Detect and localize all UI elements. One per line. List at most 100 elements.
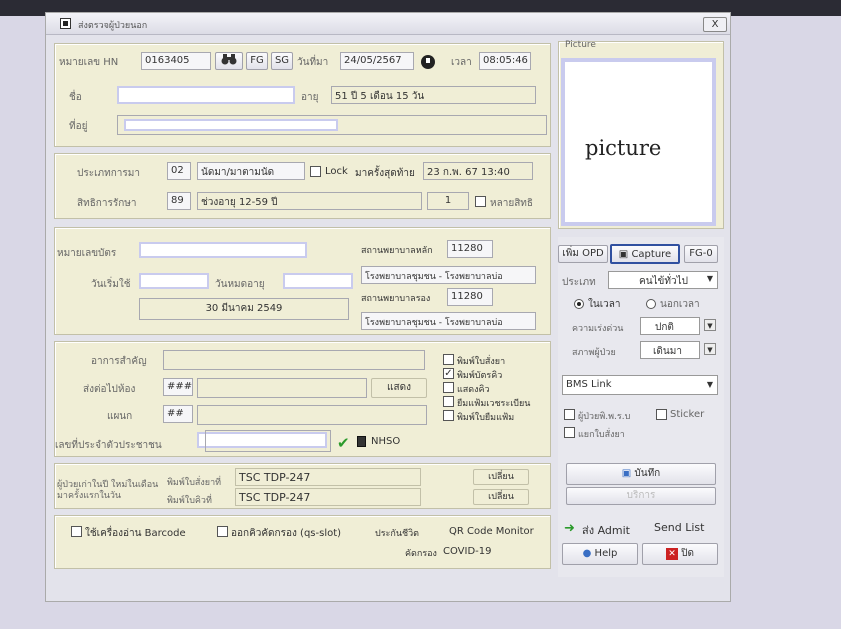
- handicap-label: ผู้ป่วยพิ.พ.ร.บ: [578, 412, 631, 422]
- date-input[interactable]: 24/05/2567: [340, 52, 414, 70]
- dept-name: [197, 405, 427, 425]
- print-rx-checkbox[interactable]: [443, 354, 454, 365]
- hn-input[interactable]: 0163405: [141, 52, 211, 70]
- status-select[interactable]: เดินมา: [640, 341, 700, 359]
- card-no-field[interactable]: [139, 242, 307, 258]
- bms-link-value: BMS Link: [566, 379, 612, 390]
- help-label: Help: [594, 548, 618, 559]
- address-box[interactable]: [117, 115, 547, 135]
- room-code[interactable]: ###: [163, 378, 193, 396]
- chevron-down-icon: ▼: [706, 380, 713, 389]
- window-title: ส่งตรวจผู้ป่วยนอก: [78, 21, 148, 31]
- nhso-label[interactable]: NHSO: [371, 436, 400, 447]
- print-queue-checkbox[interactable]: ✓: [443, 368, 454, 379]
- screening-link[interactable]: คัดกรอง: [405, 546, 437, 560]
- fg0-button[interactable]: FG-0: [684, 245, 718, 263]
- sticker-checkbox[interactable]: [656, 409, 667, 420]
- multi-right-checkbox[interactable]: [475, 196, 486, 207]
- right-code[interactable]: 89: [167, 192, 191, 210]
- in-time-radio[interactable]: [574, 299, 584, 309]
- start-date-label: วันเริ่มใช้: [91, 279, 131, 290]
- out-time-radio[interactable]: [646, 299, 656, 309]
- sg-button[interactable]: SG: [271, 52, 293, 70]
- save-button[interactable]: ▣ บันทึก: [566, 463, 716, 485]
- expire-date-label: วันหมดอายุ: [215, 279, 265, 290]
- close-form-button[interactable]: ✕ ปิด: [642, 543, 718, 565]
- bms-link-select[interactable]: BMS Link ▼: [562, 375, 718, 395]
- dept-label: แผนก: [107, 411, 133, 422]
- help-button[interactable]: ● Help: [562, 543, 638, 565]
- lock-icon[interactable]: [419, 52, 437, 70]
- show-queue-checkbox[interactable]: [443, 382, 454, 393]
- main-hosp-name: โรงพยาบาลชุมชน - โรงพยาบาลบ่อ: [361, 266, 536, 284]
- qr-monitor-link[interactable]: QR Code Monitor: [449, 526, 534, 537]
- age-field: 51 ปี 5 เดือน 15 วัน: [331, 86, 536, 104]
- patient-picture: picture: [561, 58, 716, 226]
- picture-group-label: Picture: [565, 40, 596, 50]
- main-hosp-code[interactable]: 11280: [447, 240, 493, 258]
- covid-link[interactable]: COVID-19: [443, 546, 492, 557]
- card-date-field: 30 มีนาคม 2549: [139, 298, 349, 320]
- queue-slot-checkbox[interactable]: [217, 526, 228, 537]
- handicap-checkbox[interactable]: [564, 409, 575, 420]
- opd-window: ส่งตรวจผู้ป่วยนอก X หมายเลข HN 0163405 F…: [45, 12, 731, 602]
- send-list-link[interactable]: Send List: [654, 521, 704, 534]
- split-rx-label: แยกใบสั่งยา: [578, 430, 625, 440]
- symptom-input[interactable]: [163, 350, 425, 370]
- sub-hosp-code[interactable]: 11280: [447, 288, 493, 306]
- patient-type-select[interactable]: คนไข้ทั่วไป ▼: [608, 271, 718, 289]
- close-icon: ✕: [665, 548, 678, 560]
- show-button[interactable]: แสดง: [371, 378, 427, 398]
- save-icon: ▣: [621, 468, 632, 479]
- queue-slot-label: ออกคิวคัดกรอง (qs-slot): [231, 528, 342, 539]
- print-options: พิมพ์ใบสั่งยา ✓ พิมพ์บัตรคิว แสดงคิว ยืม…: [443, 354, 548, 444]
- close-label: ปิด: [681, 548, 695, 559]
- queue-printer-change-button[interactable]: เปลี่ยน: [473, 489, 529, 505]
- right-label: สิทธิการรักษา: [77, 198, 137, 209]
- visit-type-code[interactable]: 02: [167, 162, 191, 180]
- barcode-label: ใช้เครื่องอ่าน Barcode: [85, 528, 186, 539]
- time-input[interactable]: 08:05:46: [479, 52, 531, 70]
- card-reader-icon[interactable]: [357, 436, 366, 447]
- borrow-record-label: ยืมแฟ้มเวชระเบียน: [457, 399, 531, 409]
- urgency-dropdown-icon[interactable]: ▼: [704, 319, 716, 331]
- rx-printer-change-button[interactable]: เปลี่ยน: [473, 469, 529, 485]
- barcode-checkbox[interactable]: [71, 526, 82, 537]
- dept-code[interactable]: ##: [163, 405, 193, 423]
- binoculars-search-button[interactable]: [215, 52, 243, 70]
- age-label: อายุ: [301, 92, 319, 103]
- insurance-link[interactable]: ประกันชีวิต: [375, 526, 419, 540]
- hn-label: หมายเลข HN: [59, 57, 119, 68]
- add-opd-button[interactable]: เพิ่ม OPD: [558, 245, 608, 263]
- expire-date-field[interactable]: [283, 273, 353, 289]
- status-label: สภาพผู้ป่วย: [572, 348, 616, 358]
- out-time-label: นอกเวลา: [660, 299, 700, 310]
- queue-printer-field: TSC TDP-247: [235, 488, 421, 506]
- picture-placeholder-text: picture: [585, 136, 662, 160]
- sticker-label: Sticker: [670, 409, 705, 420]
- room-label: ส่งต่อไปห้อง: [83, 384, 136, 395]
- address-label: ที่อยู่: [69, 121, 88, 132]
- name-label: ชื่อ: [69, 92, 82, 103]
- capture-button[interactable]: ▣ Capture: [610, 244, 680, 264]
- service-button[interactable]: บริการ: [566, 487, 716, 505]
- lock-checkbox[interactable]: [310, 166, 321, 177]
- patient-note: ผู้ป่วยเก่าในปี ใหม่ในเดือน มาครั้งแรกใน…: [57, 480, 159, 501]
- name-field[interactable]: [117, 86, 295, 104]
- citizen-id-box: [205, 430, 331, 452]
- print-borrow-checkbox[interactable]: [443, 410, 454, 421]
- fg-button[interactable]: FG: [246, 52, 268, 70]
- window-close-button[interactable]: X: [703, 17, 727, 32]
- action-sidebar: เพิ่ม OPD ▣ Capture FG-0 ประเภท คนไข้ทั่…: [558, 237, 724, 577]
- status-dropdown-icon[interactable]: ▼: [704, 343, 716, 355]
- capture-label: Capture: [631, 249, 672, 260]
- borrow-record-checkbox[interactable]: [443, 396, 454, 407]
- window-icon: [60, 18, 71, 29]
- start-date-field[interactable]: [139, 273, 209, 289]
- last-visit-label: มาครั้งสุดท้าย: [355, 168, 415, 179]
- card-no-label: หมายเลขบัตร: [57, 248, 117, 259]
- split-rx-checkbox[interactable]: [564, 427, 575, 438]
- urgency-select[interactable]: ปกติ: [640, 317, 700, 335]
- visit-panel: ประเภทการมา 02 นัดมา/มาตามนัด Lock มาครั…: [54, 153, 551, 219]
- admit-link[interactable]: ส่ง Admit: [582, 521, 630, 539]
